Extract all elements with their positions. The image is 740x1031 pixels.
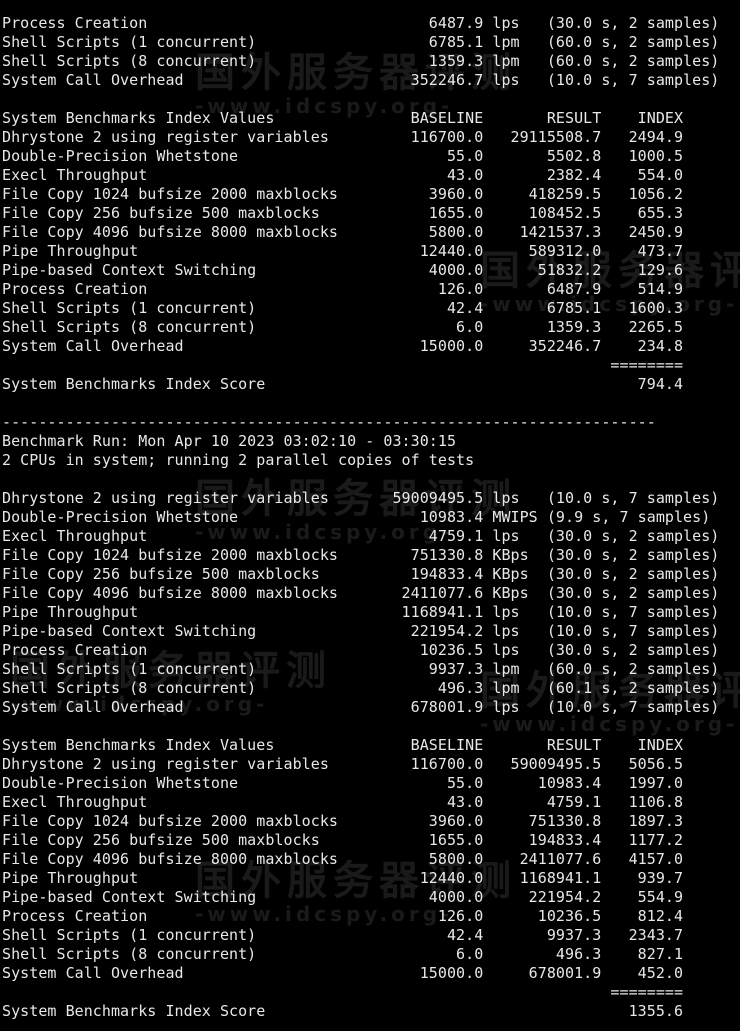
terminal-line: ======== — [2, 356, 684, 374]
terminal-line: Double-Precision Whetstone 10983.4 MWIPS… — [2, 508, 711, 526]
terminal-line: System Call Overhead 15000.0 678001.9 45… — [2, 964, 684, 982]
terminal-output: Process Creation 6487.9 lps (30.0 s, 2 s… — [2, 14, 719, 1021]
terminal-line: Benchmark Run: Mon Apr 10 2023 03:02:10 … — [2, 432, 457, 450]
terminal-line: Shell Scripts (8 concurrent) 6.0 496.3 8… — [2, 945, 684, 963]
terminal-line: Pipe-based Context Switching 4000.0 5183… — [2, 261, 684, 279]
terminal-line: Process Creation 126.0 10236.5 812.4 — [2, 907, 684, 925]
terminal-line: Double-Precision Whetstone 55.0 5502.8 1… — [2, 147, 684, 165]
terminal-line: Pipe-based Context Switching 221954.2 lp… — [2, 622, 720, 640]
terminal-line: 2 CPUs in system; running 2 parallel cop… — [2, 451, 475, 469]
terminal-line: System Call Overhead 15000.0 352246.7 23… — [2, 337, 684, 355]
terminal-line: System Benchmarks Index Score 794.4 — [2, 375, 684, 393]
terminal-line: File Copy 256 bufsize 500 maxblocks 1655… — [2, 831, 684, 849]
terminal-line: Double-Precision Whetstone 55.0 10983.4 … — [2, 774, 684, 792]
terminal-line: Process Creation 10236.5 lps (30.0 s, 2 … — [2, 641, 720, 659]
terminal-line: File Copy 1024 bufsize 2000 maxblocks 75… — [2, 546, 720, 564]
terminal-line: Process Creation 126.0 6487.9 514.9 — [2, 280, 684, 298]
terminal-line: Execl Throughput 43.0 4759.1 1106.8 — [2, 793, 684, 811]
terminal-line: Execl Throughput 4759.1 lps (30.0 s, 2 s… — [2, 527, 720, 545]
terminal-line: File Copy 1024 bufsize 2000 maxblocks 39… — [2, 812, 684, 830]
terminal-line: System Call Overhead 678001.9 lps (10.0 … — [2, 698, 720, 716]
terminal-line: File Copy 256 bufsize 500 maxblocks 1948… — [2, 565, 720, 583]
terminal-line: File Copy 256 bufsize 500 maxblocks 1655… — [2, 204, 684, 222]
terminal-line: Shell Scripts (8 concurrent) 1359.3 lpm … — [2, 52, 720, 70]
terminal-line: Pipe Throughput 1168941.1 lps (10.0 s, 7… — [2, 603, 720, 621]
terminal-line: Dhrystone 2 using register variables 116… — [2, 128, 684, 146]
terminal-line: Shell Scripts (1 concurrent) 42.4 6785.1… — [2, 299, 684, 317]
terminal-line: System Benchmarks Index Values BASELINE … — [2, 736, 684, 754]
terminal-line: Shell Scripts (8 concurrent) 6.0 1359.3 … — [2, 318, 684, 336]
terminal-line: Dhrystone 2 using register variables 116… — [2, 755, 684, 773]
terminal-line: System Benchmarks Index Score 1355.6 — [2, 1002, 684, 1020]
terminal-line: Dhrystone 2 using register variables 590… — [2, 489, 720, 507]
terminal-line: System Call Overhead 352246.7 lps (10.0 … — [2, 71, 720, 89]
terminal-line: Shell Scripts (8 concurrent) 496.3 lpm (… — [2, 679, 720, 697]
terminal-line: File Copy 4096 bufsize 8000 maxblocks 58… — [2, 223, 684, 241]
terminal-line: Shell Scripts (1 concurrent) 9937.3 lpm … — [2, 660, 720, 678]
terminal-line: File Copy 4096 bufsize 8000 maxblocks 58… — [2, 850, 684, 868]
terminal-line: File Copy 4096 bufsize 8000 maxblocks 24… — [2, 584, 720, 602]
terminal-line: Process Creation 6487.9 lps (30.0 s, 2 s… — [2, 14, 720, 32]
terminal-line: Pipe-based Context Switching 4000.0 2219… — [2, 888, 684, 906]
terminal-line: File Copy 1024 bufsize 2000 maxblocks 39… — [2, 185, 684, 203]
terminal-line: Shell Scripts (1 concurrent) 6785.1 lpm … — [2, 33, 720, 51]
terminal-line: Shell Scripts (1 concurrent) 42.4 9937.3… — [2, 926, 684, 944]
terminal-line: Pipe Throughput 12440.0 589312.0 473.7 — [2, 242, 684, 260]
terminal-line: Pipe Throughput 12440.0 1168941.1 939.7 — [2, 869, 684, 887]
terminal-line: Execl Throughput 43.0 2382.4 554.0 — [2, 166, 684, 184]
terminal-line: ----------------------------------------… — [2, 413, 656, 431]
terminal-line: System Benchmarks Index Values BASELINE … — [2, 109, 684, 127]
terminal-line: ======== — [2, 983, 684, 1001]
